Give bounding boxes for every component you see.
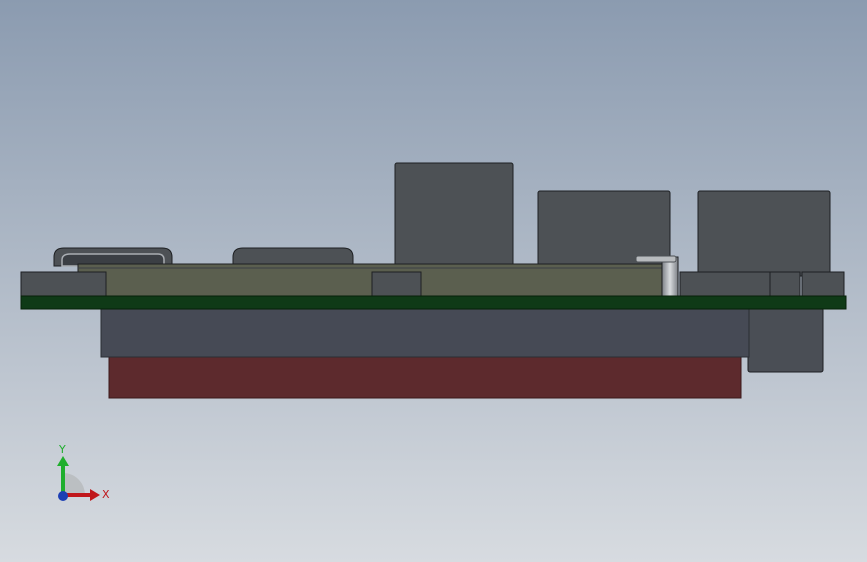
standoff-cap bbox=[635, 255, 677, 263]
x-axis-label: X bbox=[102, 488, 110, 501]
thermal-pad[interactable] bbox=[108, 354, 742, 399]
right-connector-a[interactable] bbox=[679, 271, 771, 299]
pcb-side-view-model[interactable] bbox=[0, 0, 867, 562]
right-connector-c[interactable] bbox=[801, 271, 845, 299]
coordinate-triad[interactable]: Y X bbox=[48, 440, 118, 510]
heatsink-block[interactable] bbox=[100, 307, 750, 358]
right-connector-b[interactable] bbox=[769, 271, 801, 299]
rounded-connector-center[interactable] bbox=[232, 247, 354, 267]
triad-rotation-arc bbox=[63, 473, 85, 495]
right-housing-block[interactable] bbox=[747, 307, 824, 373]
graphics-viewport[interactable]: Y X bbox=[0, 0, 867, 562]
x-axis-arrowhead bbox=[90, 489, 100, 501]
center-small-component[interactable] bbox=[371, 271, 422, 299]
tall-connector-right[interactable] bbox=[697, 190, 831, 277]
tall-connector-left[interactable] bbox=[394, 162, 514, 269]
z-axis-dot bbox=[58, 491, 68, 501]
standoff-cylinder[interactable] bbox=[661, 256, 679, 299]
y-axis-label: Y bbox=[58, 443, 66, 456]
y-axis-arrowhead bbox=[57, 456, 69, 466]
pcb-board[interactable] bbox=[20, 295, 847, 310]
left-edge-connector[interactable] bbox=[20, 271, 107, 299]
